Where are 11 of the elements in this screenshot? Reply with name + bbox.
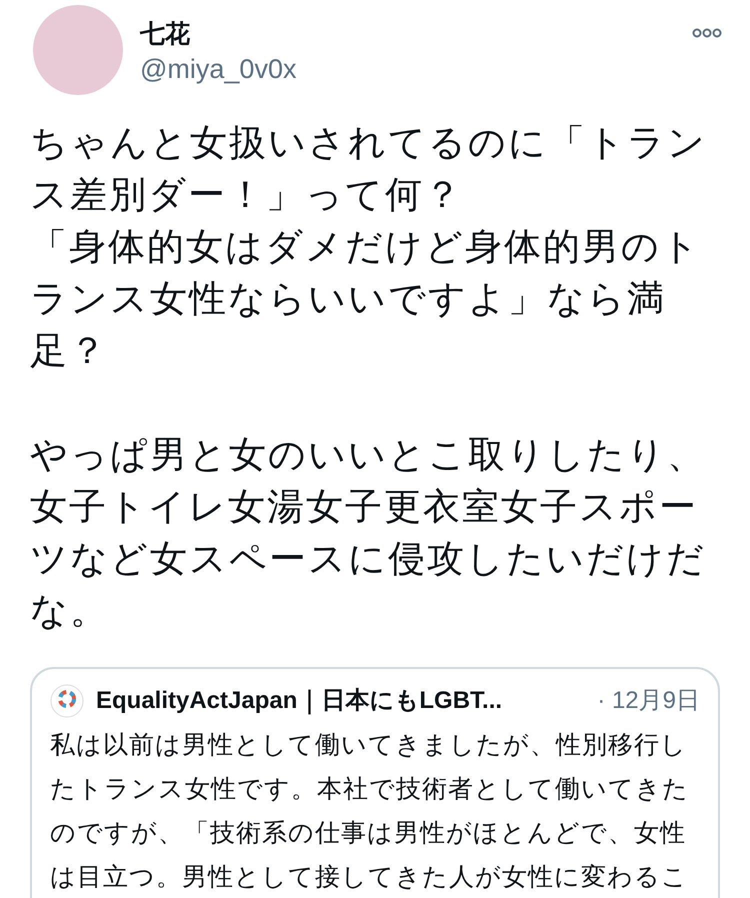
tweet-text: 「身体的女はダメだけど身体的男のトランス女性ならいいですよ」なら満足？	[30, 225, 702, 373]
quoted-text: 私は以前は男性として働いてきましたが、性別移行したトランス女性です。本社で技術者として働いてきたのですが、「技術系の仕事は男性がほとんどで、女性は目立つ。男性として接してきた人が女性に変わるこ	[50, 730, 690, 893]
logo-icon	[50, 684, 84, 718]
display-name[interactable]: 七花	[140, 17, 296, 51]
more-icon[interactable]	[692, 28, 722, 38]
tweet-text: やっぱ男と女のいいとこ取りしたり、女子トイレ女湯女子更衣室女子スポーツなど女スペースに侵攻したいだけだな。	[30, 433, 707, 633]
quoted-tweet-card[interactable]: EqualityActJapan｜日本にもLGBT... · 12月9日 私は以前は男性として働いてきましたが、性別移行したトランス女性です。本社で技術者として働いてきたのですが、「技術系の仕事は男性がほとんどで、女性は目立つ。男性として接してきた人が女性に変わるこ	[30, 667, 720, 898]
quoted-date: · 12月9日	[597, 686, 700, 716]
tweet-text: ちゃんと女扱いされてるのに「トランス差別ダー！」って何？	[30, 121, 708, 217]
user-handle[interactable]: @miya_0v0x	[140, 51, 296, 87]
quoted-author[interactable]: EqualityActJapan｜日本にもLGBT...	[96, 683, 502, 719]
